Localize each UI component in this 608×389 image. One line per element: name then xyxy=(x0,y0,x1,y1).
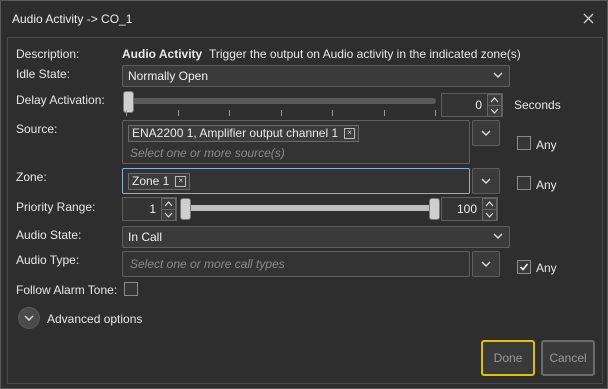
cancel-button-label: Cancel xyxy=(549,351,587,365)
priority-max-value: 100 xyxy=(456,202,477,216)
audio-state-value: In Call xyxy=(128,230,163,244)
done-button-label: Done xyxy=(493,351,523,365)
chevron-down-icon xyxy=(24,315,34,321)
dialog-window: Audio Activity -> CO_1 Description: Audi… xyxy=(0,0,608,389)
audio-state-dropdown[interactable]: In Call xyxy=(122,226,510,248)
source-dropdown-button[interactable] xyxy=(472,120,500,146)
window-title: Audio Activity -> CO_1 xyxy=(12,12,133,26)
follow-alarm-tone-checkbox[interactable] xyxy=(124,282,138,296)
chevron-up-icon xyxy=(164,201,173,207)
cancel-button[interactable]: Cancel xyxy=(541,340,595,376)
delay-value: 0 xyxy=(475,98,482,112)
zone-chip-label: Zone 1 xyxy=(132,174,170,188)
delay-spinbox[interactable]: 0 xyxy=(441,93,503,117)
idle-state-label: Idle State: xyxy=(16,67,71,81)
close-button[interactable] xyxy=(577,7,599,29)
source-placeholder: Select one or more source(s) xyxy=(130,146,285,160)
advanced-options-label[interactable]: Advanced options xyxy=(47,312,142,326)
audio-type-dropdown-button[interactable] xyxy=(472,251,500,277)
zone-chip[interactable]: Zone 1 × xyxy=(128,173,191,190)
chevron-up-icon xyxy=(490,97,499,103)
source-any-checkbox[interactable] xyxy=(517,136,531,150)
delay-decrement-button[interactable] xyxy=(487,105,502,117)
priority-max-spinbox[interactable]: 100 xyxy=(441,197,498,221)
dialog-body: Description: Audio Activity Trigger the … xyxy=(7,37,603,384)
source-label: Source: xyxy=(16,122,58,136)
title-bar[interactable]: Audio Activity -> CO_1 xyxy=(1,1,607,35)
source-multiselect[interactable]: ENA2200 1, Amplifier output channel 1 × … xyxy=(122,120,470,164)
chevron-up-icon xyxy=(485,201,494,207)
audio-type-label: Audio Type: xyxy=(16,253,80,267)
chevron-down-icon xyxy=(164,212,173,218)
zone-any-label: Any xyxy=(536,178,557,192)
checkmark-icon xyxy=(519,263,529,271)
chevron-down-icon xyxy=(485,212,494,218)
remove-chip-icon[interactable]: × xyxy=(344,128,356,139)
priority-max-thumb[interactable] xyxy=(429,198,440,220)
audio-type-any-label: Any xyxy=(536,261,557,275)
priority-range-label: Priority Range: xyxy=(16,200,96,214)
zone-dropdown-button[interactable] xyxy=(472,168,500,194)
source-any-label: Any xyxy=(536,138,557,152)
chevron-down-icon xyxy=(490,108,499,114)
zone-label: Zone: xyxy=(16,170,47,184)
chevron-down-icon xyxy=(481,178,491,184)
priority-min-value: 1 xyxy=(149,202,156,216)
delay-slider-track[interactable] xyxy=(124,98,436,104)
chevron-down-icon xyxy=(481,130,491,136)
priority-min-decrement[interactable] xyxy=(161,209,176,221)
done-button[interactable]: Done xyxy=(481,340,535,376)
chevron-down-icon xyxy=(493,233,503,239)
audio-type-placeholder: Select one or more call types xyxy=(130,257,285,271)
chevron-down-icon xyxy=(481,261,491,267)
source-chip[interactable]: ENA2200 1, Amplifier output channel 1 × xyxy=(128,125,360,142)
source-chip-label: ENA2200 1, Amplifier output channel 1 xyxy=(132,126,339,140)
delay-slider-ticks xyxy=(126,110,436,116)
audio-state-label: Audio State: xyxy=(16,228,82,242)
audio-type-multiselect[interactable]: Select one or more call types xyxy=(122,251,470,277)
description-name: Audio Activity xyxy=(122,47,203,61)
follow-alarm-tone-label: Follow Alarm Tone: xyxy=(16,283,118,297)
priority-min-spinbox[interactable]: 1 xyxy=(122,197,177,221)
advanced-options-toggle[interactable] xyxy=(18,307,40,329)
idle-state-value: Normally Open xyxy=(128,69,209,83)
zone-any-checkbox[interactable] xyxy=(517,176,531,190)
description-label: Description: xyxy=(16,47,80,61)
delay-activation-label: Delay Activation: xyxy=(16,93,105,107)
priority-range-track[interactable] xyxy=(184,205,436,211)
priority-min-thumb[interactable] xyxy=(180,198,191,220)
priority-max-decrement[interactable] xyxy=(482,209,497,221)
zone-multiselect[interactable]: Zone 1 × xyxy=(122,168,470,194)
close-icon xyxy=(583,13,593,23)
chevron-down-icon xyxy=(493,72,503,78)
delay-unit: Seconds xyxy=(514,98,561,112)
description-text: Trigger the output on Audio activity in … xyxy=(209,47,521,61)
remove-chip-icon[interactable]: × xyxy=(175,176,187,187)
idle-state-dropdown[interactable]: Normally Open xyxy=(122,65,510,87)
audio-type-any-checkbox[interactable] xyxy=(517,260,531,274)
